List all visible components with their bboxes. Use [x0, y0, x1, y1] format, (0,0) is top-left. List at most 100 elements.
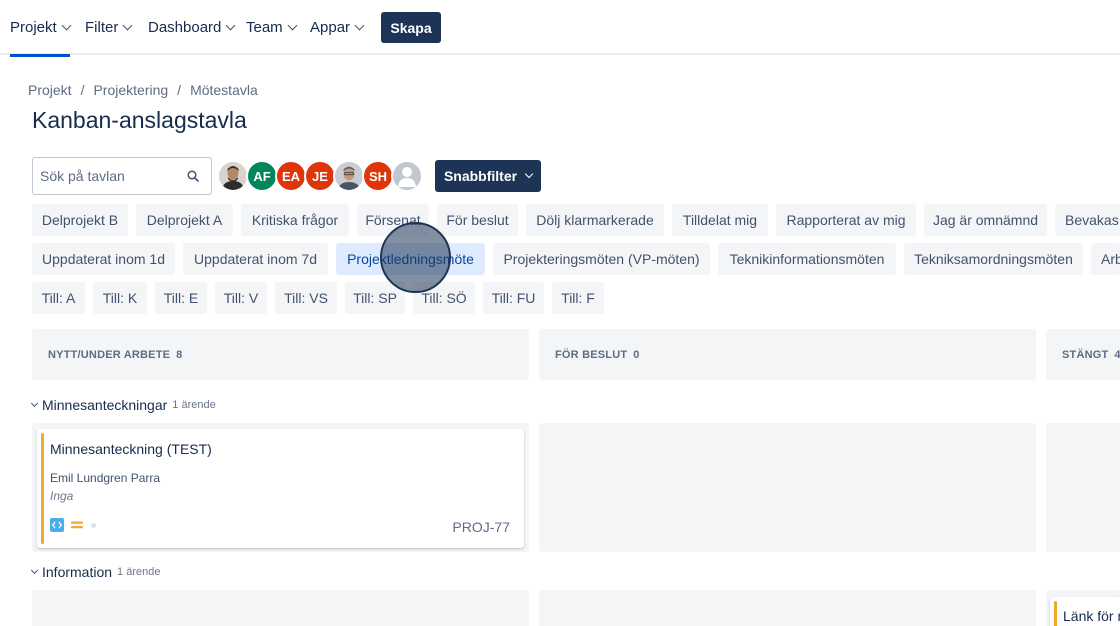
nav-team[interactable]: Team	[246, 0, 298, 55]
issue-key[interactable]: PROJ-77	[452, 519, 510, 535]
breadcrumb: Projekt / Projektering / Mötestavla	[28, 82, 258, 98]
avatar[interactable]	[217, 160, 249, 192]
search-icon	[187, 170, 199, 182]
filter-chip[interactable]: Till: FU	[483, 282, 544, 314]
breadcrumb-item[interactable]: Mötestavla	[190, 82, 258, 98]
avatar-initials: JE	[312, 168, 328, 184]
avatar-initials: EA	[281, 168, 301, 184]
filter-chip[interactable]: Tilldelat mig	[672, 204, 768, 236]
page-title: Kanban-anslagstavla	[32, 107, 247, 133]
card-color-stripe	[41, 433, 44, 544]
breadcrumb-separator: /	[177, 82, 182, 98]
column-header: STÄNGT 4	[1046, 329, 1120, 380]
filter-chip[interactable]: Till: VS	[275, 282, 337, 314]
filter-chip[interactable]: Försenat	[357, 204, 429, 236]
chevron-down-icon	[122, 20, 133, 31]
swimlane-name: Information	[42, 564, 113, 580]
filter-chip[interactable]: Projekteringsmöten (VP-möten)	[493, 243, 710, 275]
chevron-down-icon	[354, 20, 365, 31]
quickfilter-label: Snabbfilter	[443, 168, 518, 184]
filter-chip[interactable]: Till: E	[155, 282, 207, 314]
filter-chip[interactable]: Till: V	[215, 282, 267, 314]
nav-filter[interactable]: Filter	[85, 0, 133, 55]
filter-chip[interactable]: Jag är omnämnd	[924, 204, 1047, 236]
user-placeholder-icon	[398, 167, 416, 187]
create-button[interactable]: Skapa	[381, 12, 441, 43]
swimlane-count: 1 ärende	[172, 399, 216, 411]
medium-priority-icon	[71, 521, 83, 529]
nav-label: Appar	[310, 19, 351, 36]
card-assignee: Emil Lundgren Parra	[50, 471, 161, 485]
column-name: STÄNGT	[1062, 348, 1109, 361]
nav-dashboard[interactable]: Dashboard	[148, 0, 236, 55]
chevron-down-icon	[287, 20, 298, 31]
swimlane-header[interactable]: Minnesanteckningar 1 ärende	[30, 397, 216, 413]
board-cell	[539, 423, 1036, 552]
chevron-down-icon	[30, 399, 39, 408]
card-secondary-field: Inga	[50, 489, 74, 503]
search-input[interactable]	[33, 158, 173, 194]
board-cell	[32, 590, 529, 626]
breadcrumb-item[interactable]: Projekt	[28, 82, 72, 98]
issue-card[interactable]: Minnesanteckning (TEST) Emil Lundgren Pa…	[37, 429, 524, 548]
card-summary: Länk för mötet	[1063, 608, 1120, 624]
filter-chip[interactable]: Till: SP	[345, 282, 405, 314]
filter-chip[interactable]: Tekniksamordningsmöten	[904, 243, 1083, 275]
breadcrumb-separator: /	[80, 82, 85, 98]
filter-chip[interactable]: Uppdaterat inom 1d	[32, 243, 175, 275]
filter-chip[interactable]: Till: K	[93, 282, 147, 314]
estimate-dot-icon	[91, 523, 96, 528]
chevron-down-icon	[225, 20, 236, 31]
filter-chip[interactable]: Teknikinformationsmöten	[718, 243, 896, 275]
nav-label: Team	[246, 19, 283, 36]
avatar[interactable]	[333, 160, 365, 192]
column-header: FÖR BESLUT 0	[539, 329, 1036, 380]
filter-chip[interactable]: Delprojekt A	[136, 204, 233, 236]
nav-appar[interactable]: Appar	[310, 0, 365, 55]
nav-label: Filter	[85, 19, 119, 36]
nav-label: Dashboard	[148, 19, 222, 36]
user-photo-icon	[335, 162, 363, 190]
avatar[interactable]: AF	[246, 160, 278, 192]
filter-chip[interactable]: Kritiska frågor	[241, 204, 349, 236]
avatar[interactable]: EA	[275, 160, 307, 192]
board-cell	[1046, 423, 1120, 552]
column-count: 4	[1114, 348, 1120, 361]
card-color-stripe	[1054, 601, 1057, 626]
column-name: NYTT/UNDER ARBETE	[48, 348, 171, 361]
filter-chip[interactable]: Dölj klarmarkerade	[526, 204, 664, 236]
filter-chip-selected[interactable]: Projektledningsmöte	[336, 243, 485, 275]
nav-label: Projekt	[10, 19, 57, 36]
nav-projekt[interactable]: Projekt	[10, 0, 72, 57]
user-photo-icon	[219, 162, 247, 190]
filter-chip[interactable]: Rapporterat av mig	[776, 204, 916, 236]
filter-chip[interactable]: Bevakas av mig	[1055, 204, 1120, 236]
filter-chip[interactable]: Till: A	[32, 282, 85, 314]
chevron-down-icon	[30, 566, 39, 575]
avatar-initials: SH	[368, 168, 388, 184]
filter-chip[interactable]: Arbetsmöten	[1091, 243, 1120, 275]
filter-chip[interactable]: Till: SÖ	[413, 282, 475, 314]
avatar[interactable]	[391, 160, 423, 192]
column-count: 8	[176, 348, 183, 361]
issue-card[interactable]: Länk för mötet	[1050, 597, 1120, 626]
breadcrumb-item[interactable]: Projektering	[93, 82, 168, 98]
swimlane-name: Minnesanteckningar	[42, 397, 168, 413]
column-name: FÖR BESLUT	[555, 348, 628, 361]
code-icon	[50, 518, 64, 532]
column-header: NYTT/UNDER ARBETE 8	[32, 329, 529, 380]
avatar-initials: AF	[253, 168, 271, 184]
column-count: 0	[633, 348, 640, 361]
top-navigation: Projekt Filter Dashboard Team Appar Skap…	[0, 0, 1120, 57]
swimlane-count: 1 ärende	[117, 566, 161, 578]
filter-chip[interactable]: Till: F	[552, 282, 604, 314]
filter-chip[interactable]: För beslut	[437, 204, 518, 236]
chevron-down-icon	[524, 169, 534, 179]
filter-chip[interactable]: Uppdaterat inom 7d	[183, 243, 328, 275]
filter-chip[interactable]: Delprojekt B	[32, 204, 128, 236]
quickfilter-button[interactable]: Snabbfilter	[435, 160, 541, 192]
swimlane-header[interactable]: Information 1 ärende	[30, 564, 161, 580]
avatar[interactable]: JE	[304, 160, 336, 192]
avatar[interactable]: SH	[362, 160, 394, 192]
card-summary: Minnesanteckning (TEST)	[50, 441, 212, 457]
